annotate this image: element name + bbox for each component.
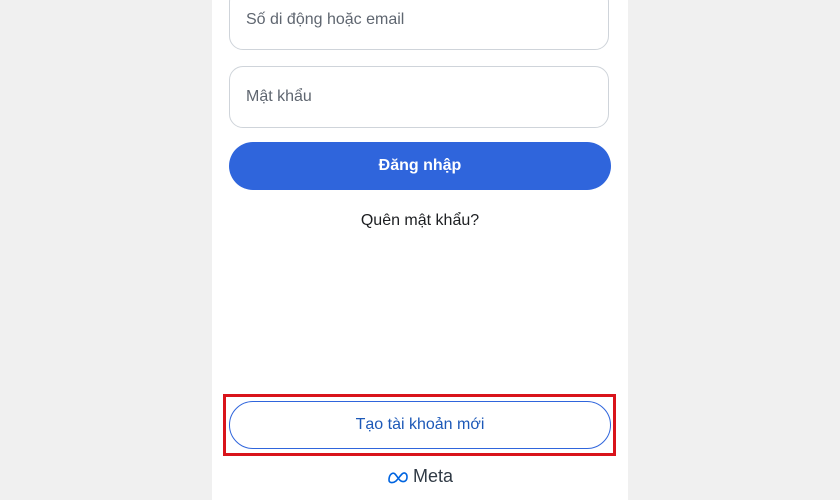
meta-wordmark: Meta [412,466,454,486]
meta-brand: Meta [212,466,628,487]
forgot-password-link[interactable]: Quên mật khẩu? [212,212,628,230]
meta-infinity-icon [388,471,408,483]
login-button[interactable]: Đăng nhập [229,142,611,190]
phone-email-input[interactable] [246,0,586,51]
phone-email-field[interactable] [229,0,609,51]
password-input[interactable] [246,67,586,127]
screenshot-stage: Đăng nhập Quên mật khẩu? Tạo tài khoản m… [0,0,840,500]
highlight-box [223,394,616,456]
password-field[interactable] [229,66,609,128]
